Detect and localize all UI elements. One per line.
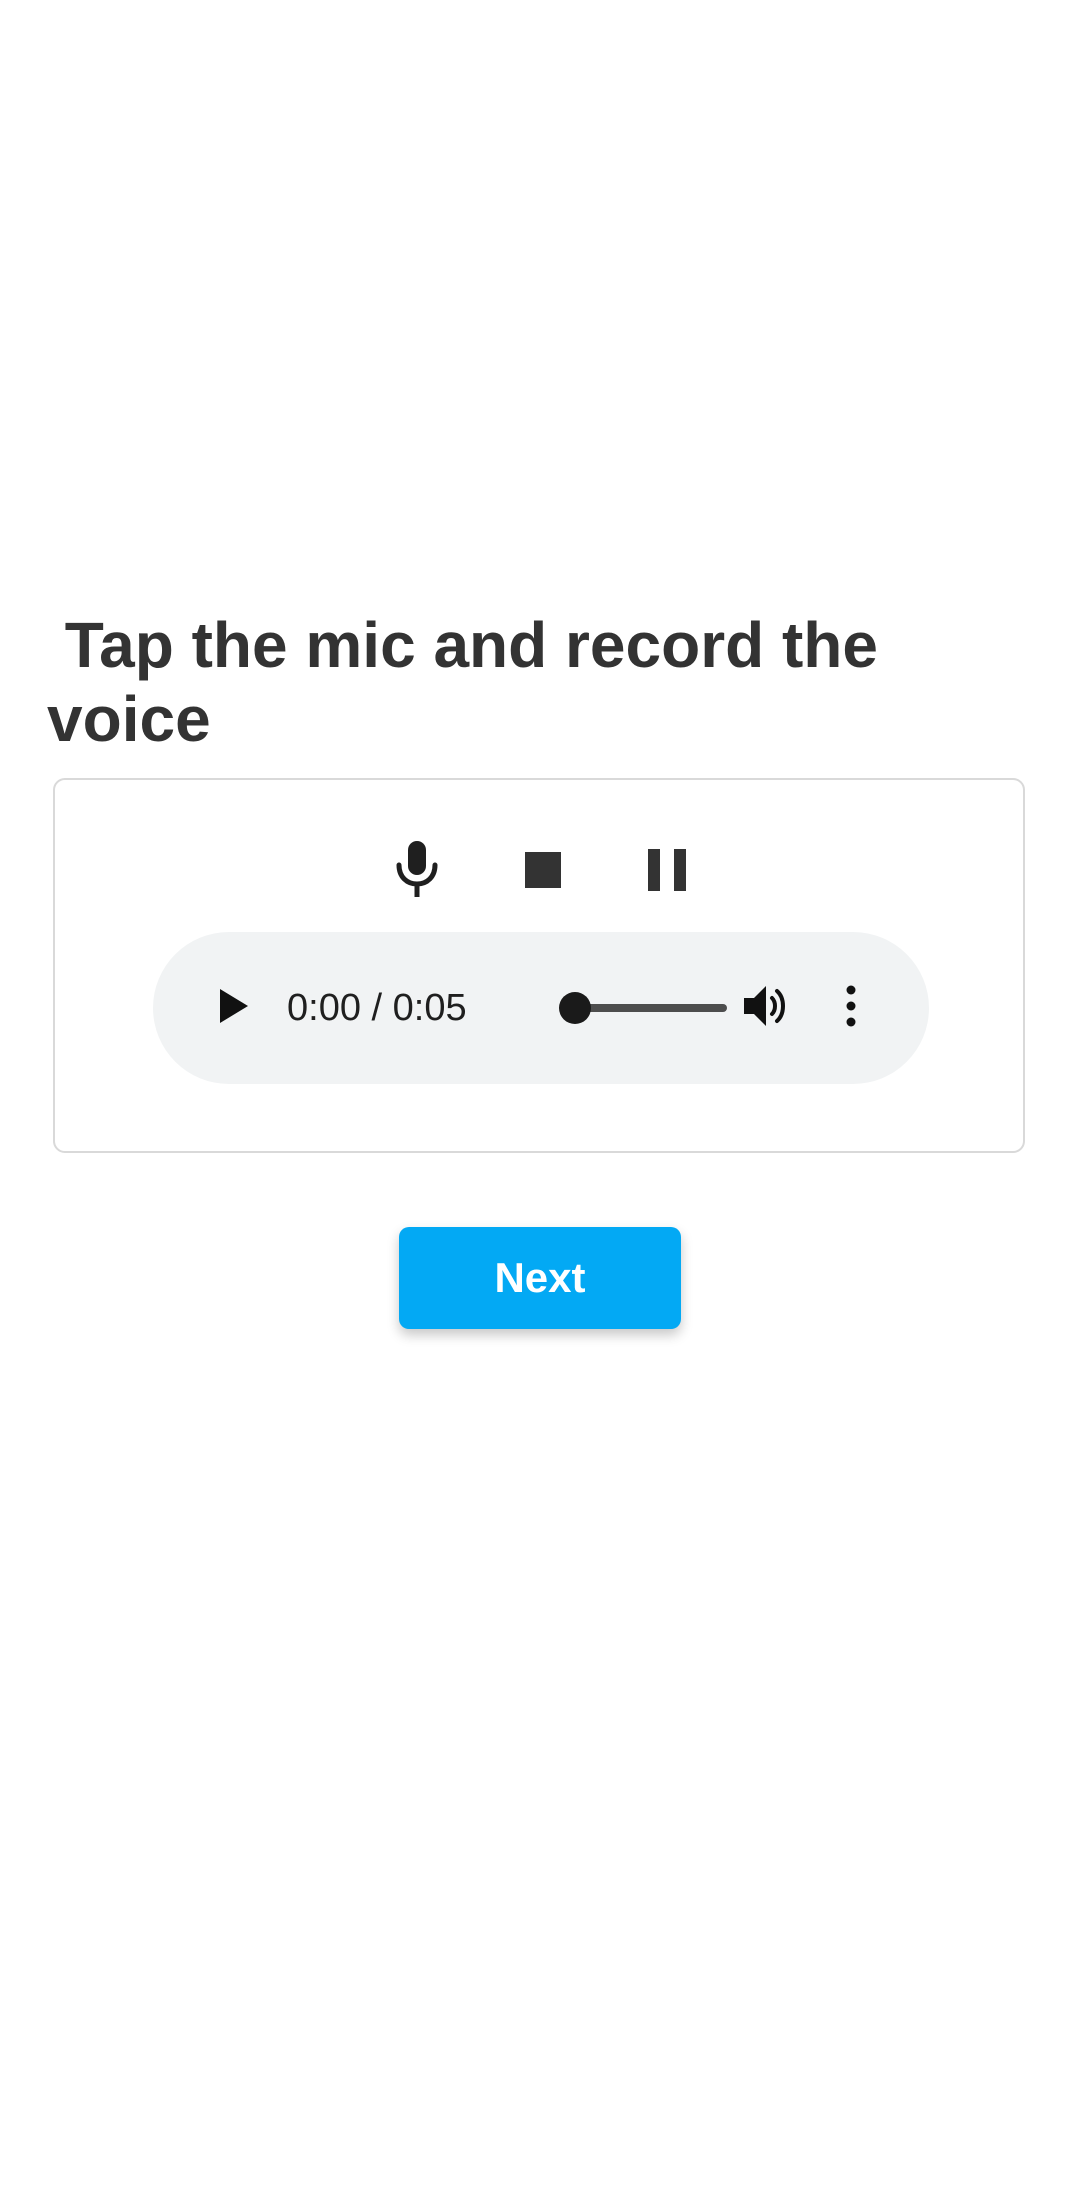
volume-icon	[744, 984, 790, 1033]
next-button[interactable]: Next	[399, 1227, 681, 1329]
time-display: 0:00 / 0:05	[287, 987, 467, 1029]
pause-button[interactable]	[635, 838, 699, 902]
stop-icon	[525, 852, 561, 888]
record-button[interactable]	[385, 838, 449, 902]
stop-button[interactable]	[511, 838, 575, 902]
page-title: Tap the mic and record the voice	[47, 609, 896, 755]
more-vert-icon	[846, 985, 856, 1032]
recorder-card: 0:00 / 0:05	[53, 778, 1025, 1153]
play-icon	[218, 988, 248, 1028]
seek-slider[interactable]	[559, 992, 727, 1024]
play-button[interactable]	[203, 978, 263, 1038]
mic-icon	[393, 841, 441, 899]
audio-player: 0:00 / 0:05	[153, 932, 929, 1084]
seek-thumb[interactable]	[559, 992, 591, 1024]
volume-button[interactable]	[737, 978, 797, 1038]
pause-icon	[648, 849, 686, 891]
more-options-button[interactable]	[829, 978, 873, 1038]
